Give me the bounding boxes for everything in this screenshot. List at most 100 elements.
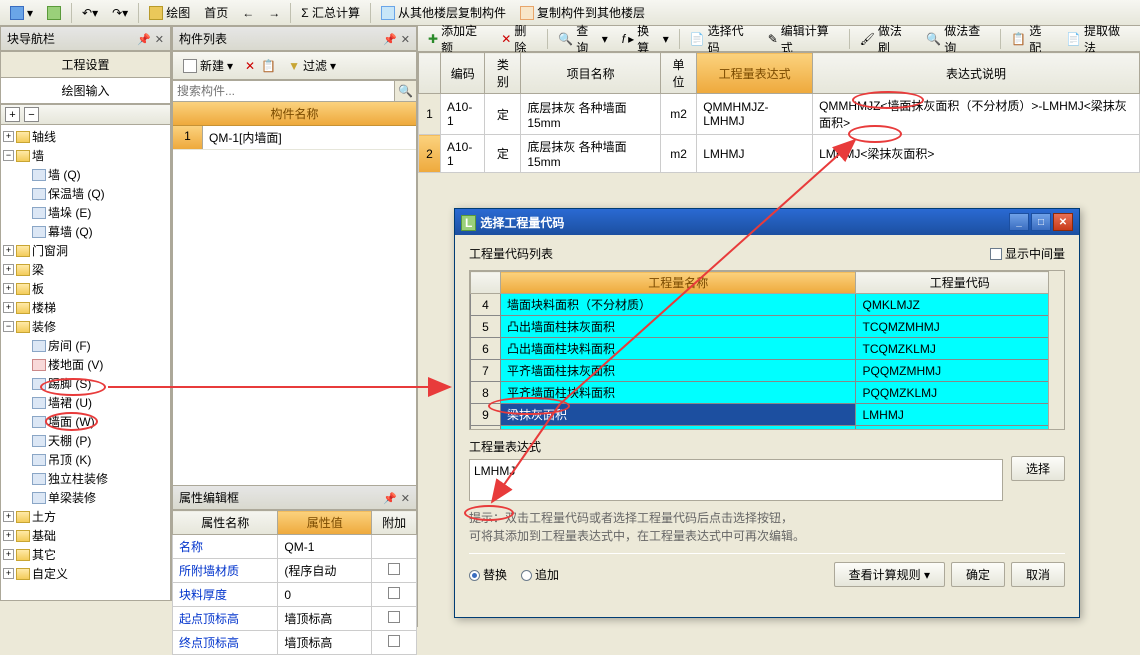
tree-item[interactable]: 房间 (F)	[15, 336, 170, 355]
code-row[interactable]: 4墙面块料面积（不分材质）QMKLMJZ	[471, 294, 1064, 316]
table-row[interactable]: 1A10-1定底层抹灰 各种墙面 15mmm2QMMHMJZ-LMHMJQMMH…	[419, 94, 1140, 135]
nav-tabs2: 绘图输入	[0, 78, 171, 104]
code-row[interactable]: 10梁块料面积LKLMJ	[471, 426, 1064, 431]
cancel-button[interactable]: 取消	[1011, 562, 1065, 587]
code-table[interactable]: 工程量名称 工程量代码 4墙面块料面积（不分材质）QMKLMJZ5凸出墙面柱抹灰…	[470, 271, 1064, 430]
expand-icon[interactable]: −	[3, 150, 14, 161]
expand-icon[interactable]: +	[3, 283, 14, 294]
tab-project[interactable]: 工程设置	[1, 52, 170, 77]
ok-button[interactable]: 确定	[951, 562, 1005, 587]
prop-row[interactable]: 名称QM-1	[173, 535, 417, 559]
table-row[interactable]: 2A10-1定底层抹灰 各种墙面 15mmm2LMHMJLMHMJ<梁抹灰面积>	[419, 135, 1140, 173]
home-btn[interactable]: 首页	[198, 2, 234, 23]
expand-icon[interactable]: +	[3, 568, 14, 579]
tree-item[interactable]: +基础	[1, 526, 170, 545]
prop-row[interactable]: 终点顶标高墙顶标高	[173, 631, 417, 655]
tree-item[interactable]: 墙 (Q)	[15, 165, 170, 184]
expand-icon[interactable]: +	[3, 131, 14, 142]
tree-item[interactable]: +楼梯	[1, 298, 170, 317]
tree-item[interactable]: +轴线	[1, 127, 170, 146]
collapse-all[interactable]: −	[24, 107, 39, 122]
tree-item[interactable]: +其它	[1, 545, 170, 564]
prop-row[interactable]: 所附墙材质(程序自动	[173, 559, 417, 583]
folder-icon	[32, 359, 46, 371]
expand-all[interactable]: +	[5, 107, 20, 122]
list-item[interactable]: 1 QM-1[内墙面]	[173, 126, 416, 150]
tree-item[interactable]: 天棚 (P)	[15, 431, 170, 450]
tree-item[interactable]: 保温墙 (Q)	[15, 184, 170, 203]
code-row[interactable]: 7平齐墙面柱抹灰面积PQQMZMHMJ	[471, 360, 1064, 382]
replace-radio[interactable]: 替换	[469, 566, 507, 583]
tb-redo[interactable]: ↷▾	[106, 4, 134, 22]
tree-item[interactable]: 墙面 (W)	[15, 412, 170, 431]
search-input[interactable]	[173, 81, 394, 101]
expr-input[interactable]: LMHMJ	[469, 459, 1003, 501]
expand-icon[interactable]: +	[3, 245, 14, 256]
prop-table[interactable]: 属性名称 属性值 附加 名称QM-1所附墙材质(程序自动块料厚度0起点顶标高墙顶…	[172, 510, 417, 655]
comp-header: 构件列表 📌✕	[172, 26, 417, 51]
close-icon[interactable]: ✕	[401, 34, 410, 46]
close-icon[interactable]: ✕	[155, 34, 164, 46]
tree-item[interactable]: +梁	[1, 260, 170, 279]
new-button[interactable]: 新建 ▾	[177, 55, 239, 76]
tree-item[interactable]: −装修	[1, 317, 170, 336]
nav-prev[interactable]: ←	[236, 4, 260, 22]
tree-label: 楼地面 (V)	[48, 356, 103, 373]
folder-icon	[32, 435, 46, 447]
tree-item[interactable]: −墙	[1, 146, 170, 165]
filter-button[interactable]: ▼过滤 ▾	[282, 55, 342, 76]
del-icon[interactable]: ✕	[245, 59, 255, 73]
tree-item[interactable]: +自定义	[1, 564, 170, 583]
tree-item[interactable]: +土方	[1, 507, 170, 526]
code-row[interactable]: 9梁抹灰面积LMHMJ	[471, 404, 1064, 426]
tree-item[interactable]: 单梁装修	[15, 488, 170, 507]
close-icon[interactable]: ✕	[401, 493, 410, 505]
expand-icon[interactable]: +	[3, 549, 14, 560]
tree-item[interactable]: 楼地面 (V)	[15, 355, 170, 374]
code-row[interactable]: 5凸出墙面柱抹灰面积TCQMZMHMJ	[471, 316, 1064, 338]
close-button[interactable]: ✕	[1053, 213, 1073, 231]
tree-label: 门窗洞	[32, 242, 68, 259]
tree-item[interactable]: 独立柱装修	[15, 469, 170, 488]
expand-icon[interactable]: +	[3, 264, 14, 275]
tree-item[interactable]: 墙垛 (E)	[15, 203, 170, 222]
scrollbar[interactable]	[1048, 271, 1064, 429]
nav-tree[interactable]: +轴线−墙墙 (Q)保温墙 (Q)墙垛 (E)幕墙 (Q)+门窗洞+梁+板+楼梯…	[0, 125, 171, 601]
tb-undo[interactable]: ↶▾	[76, 4, 104, 22]
expand-icon[interactable]: +	[3, 302, 14, 313]
dialog-titlebar[interactable]: L选择工程量代码 _ □ ✕	[455, 209, 1079, 235]
expand-icon[interactable]: +	[3, 530, 14, 541]
select-code-dialog: L选择工程量代码 _ □ ✕ 工程量代码列表 显示中间量 工程量名称 工程量代码…	[454, 208, 1080, 618]
maximize-button[interactable]: □	[1031, 213, 1051, 231]
copy-icon[interactable]: 📋	[261, 59, 276, 73]
tree-item[interactable]: 吊顶 (K)	[15, 450, 170, 469]
search-button[interactable]: 🔍	[394, 81, 416, 101]
tree-item[interactable]: 幕墙 (Q)	[15, 222, 170, 241]
pin-icon[interactable]: 📌	[383, 493, 397, 505]
draw-btn[interactable]: 绘图	[143, 2, 196, 23]
select-button[interactable]: 选择	[1011, 456, 1065, 481]
code-row[interactable]: 8平齐墙面柱块料面积PQQMZKLMJ	[471, 382, 1064, 404]
append-radio[interactable]: 追加	[521, 566, 559, 583]
view-rules-button[interactable]: 查看计算规则 ▾	[834, 562, 945, 587]
code-row[interactable]: 6凸出墙面柱块料面积TCQMZKLMJ	[471, 338, 1064, 360]
folder-icon	[32, 397, 46, 409]
pin-icon[interactable]: 📌	[137, 34, 151, 46]
nav-next[interactable]: →	[262, 4, 286, 22]
expand-icon[interactable]: +	[3, 511, 14, 522]
minimize-button[interactable]: _	[1009, 213, 1029, 231]
tree-item[interactable]: 踢脚 (S)	[15, 374, 170, 393]
prop-row[interactable]: 块料厚度0	[173, 583, 417, 607]
main-table[interactable]: 编码类别项目名称单位工程量表达式表达式说明 1A10-1定底层抹灰 各种墙面 1…	[418, 52, 1140, 173]
tree-item[interactable]: 墙裙 (U)	[15, 393, 170, 412]
tab-draw-input[interactable]: 绘图输入	[1, 78, 170, 103]
pin-icon[interactable]: 📌	[383, 34, 397, 46]
tree-item[interactable]: + 门窗洞	[1, 241, 170, 260]
expand-icon[interactable]: −	[3, 321, 14, 332]
tb-icon[interactable]	[41, 4, 67, 22]
folder-icon	[16, 283, 30, 295]
tree-item[interactable]: +板	[1, 279, 170, 298]
show-mid-checkbox[interactable]: 显示中间量	[990, 245, 1065, 262]
tb-icon[interactable]: ▾	[4, 4, 39, 22]
sum-btn[interactable]: Σ 汇总计算	[295, 2, 366, 23]
